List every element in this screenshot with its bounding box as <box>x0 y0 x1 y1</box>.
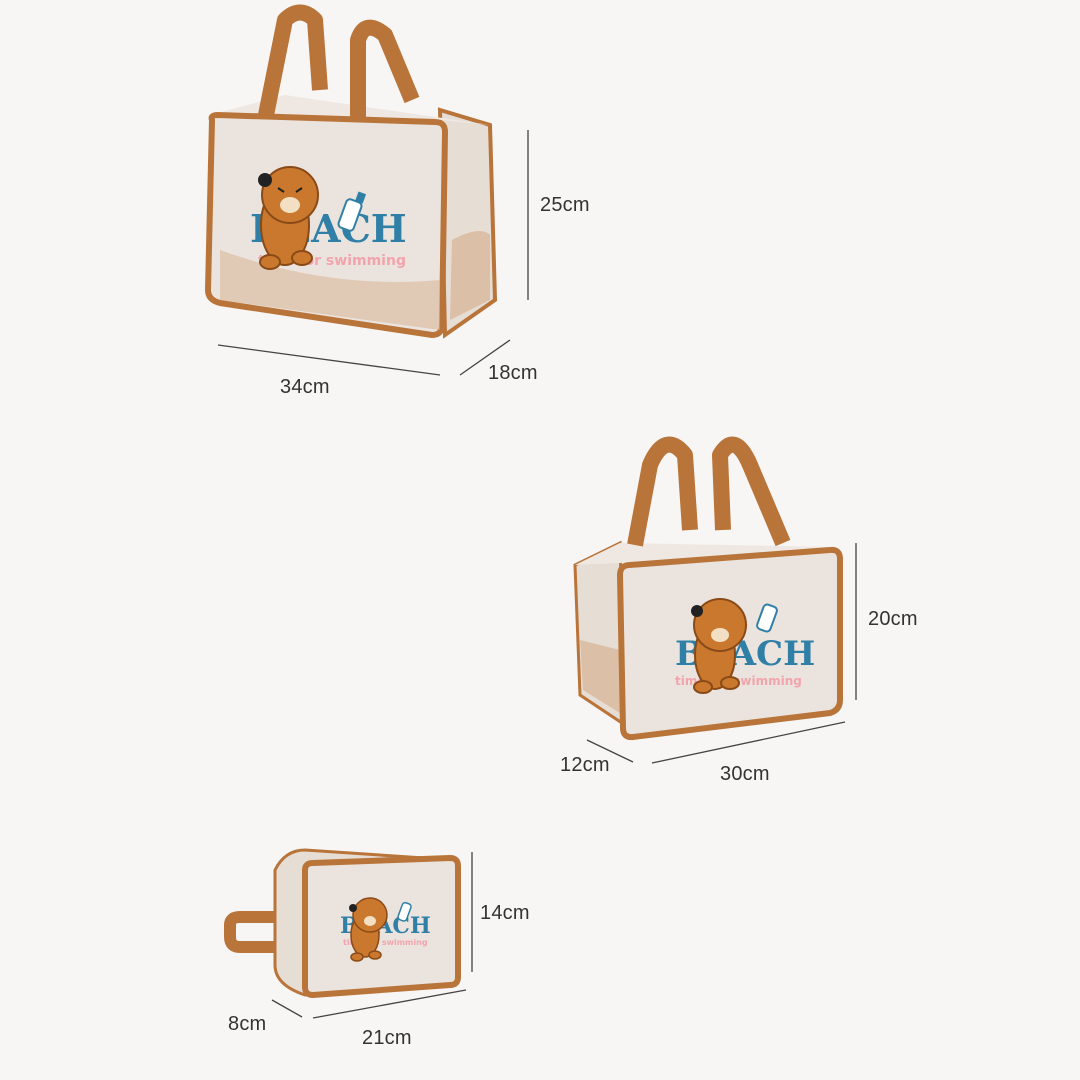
medium-bag-illustration: BEACH time for swimming <box>573 436 843 741</box>
small-height-label: 14cm <box>480 902 530 924</box>
small-bag: BEACH time for swimming <box>224 845 465 1000</box>
medium-depth-label: 12cm <box>560 754 610 776</box>
small-bag-illustration: BEACH time for swimming <box>224 848 461 999</box>
width-line-large <box>217 344 441 376</box>
bag-handle-right <box>712 436 791 547</box>
small-width-label: 21cm <box>362 1027 412 1049</box>
large-depth-label: 18cm <box>488 362 538 384</box>
medium-width-label: 30cm <box>720 763 770 785</box>
dimension-lines <box>217 130 857 1019</box>
medium-height-label: 20cm <box>868 608 918 630</box>
bag-handle-left <box>627 436 698 547</box>
large-bag: BEACH time for swimming <box>190 0 520 345</box>
small-depth-label: 8cm <box>228 1013 267 1035</box>
large-height-label: 25cm <box>540 194 590 216</box>
large-width-label: 34cm <box>280 376 330 398</box>
depth-line-small <box>271 999 303 1018</box>
product-dimensions-image: BEACH time for swimming 25cm 34cm 18cm B… <box>0 0 1080 1080</box>
medium-bag: BEACH time for swimming <box>565 425 855 745</box>
large-bag-illustration: BEACH time for swimming <box>204 4 498 339</box>
